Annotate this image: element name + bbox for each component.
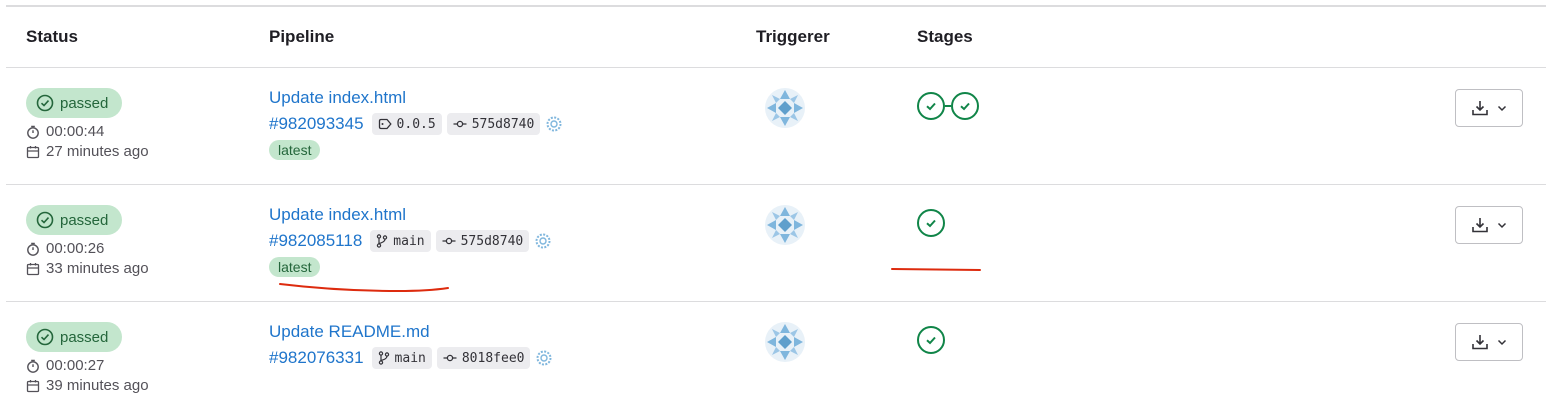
timer-icon bbox=[27, 359, 39, 373]
finished-text: 27 minutes ago bbox=[46, 143, 149, 160]
download-icon bbox=[1472, 335, 1488, 350]
commit-title-link[interactable]: Update index.html bbox=[269, 205, 406, 225]
calendar-icon bbox=[26, 262, 40, 275]
commit-chip[interactable]: 575d8740 bbox=[435, 230, 530, 252]
ref-chip[interactable]: main bbox=[371, 347, 432, 369]
pipeline-id-link[interactable]: #982076331 bbox=[269, 348, 364, 368]
header-status: Status bbox=[26, 27, 78, 46]
chevron-down-icon bbox=[1497, 339, 1507, 346]
download-artifacts-button[interactable] bbox=[1455, 206, 1523, 244]
download-artifacts-button[interactable] bbox=[1455, 89, 1523, 127]
duration: 00:00:26 bbox=[26, 240, 104, 257]
status-label: passed bbox=[60, 211, 109, 229]
commit-title-link[interactable]: Update index.html bbox=[269, 88, 406, 108]
stage-passed[interactable] bbox=[917, 209, 945, 237]
timer-icon bbox=[27, 242, 39, 256]
status-badge[interactable]: passed bbox=[26, 205, 122, 235]
header-stages: Stages bbox=[917, 27, 973, 46]
pipeline-info: #982076331 main 8018fee0 bbox=[269, 346, 553, 370]
check-icon bbox=[926, 336, 936, 345]
pipeline-info: #982085118 main 575d8740 bbox=[269, 229, 552, 253]
ref-chip[interactable]: 0.0.5 bbox=[371, 113, 442, 135]
status-success-icon bbox=[36, 94, 54, 112]
table-row: passed 00:00:44 27 minutes ago Update in… bbox=[6, 68, 1546, 185]
status-badge[interactable]: passed bbox=[26, 88, 122, 118]
calendar-icon bbox=[26, 379, 40, 392]
pipeline-id-link[interactable]: #982093345 bbox=[269, 114, 364, 134]
commit-icon bbox=[443, 354, 457, 362]
triggerer-avatar[interactable] bbox=[764, 87, 806, 129]
timer-icon bbox=[27, 125, 39, 139]
pipeline-id-link[interactable]: #982085118 bbox=[269, 231, 362, 251]
table-row: passed 00:00:27 39 minutes ago Update RE… bbox=[6, 302, 1546, 418]
annotation-underline-latest bbox=[279, 283, 449, 293]
ref-name: main bbox=[393, 233, 425, 249]
status-label: passed bbox=[60, 328, 109, 346]
pipeline-info: #982093345 0.0.5 575d8740 bbox=[269, 112, 563, 136]
ref-name: main bbox=[394, 350, 426, 366]
status-label: passed bbox=[60, 94, 109, 112]
commit-chip[interactable]: 575d8740 bbox=[446, 113, 541, 135]
chevron-down-icon bbox=[1497, 222, 1507, 229]
finished-text: 33 minutes ago bbox=[46, 260, 149, 277]
download-artifacts-button[interactable] bbox=[1455, 323, 1523, 361]
commit-sha: 575d8740 bbox=[460, 233, 524, 249]
table-header: Status Pipeline Triggerer Stages bbox=[6, 7, 1546, 68]
header-pipeline: Pipeline bbox=[269, 27, 335, 46]
duration: 00:00:44 bbox=[26, 123, 104, 140]
header-triggerer: Triggerer bbox=[756, 27, 830, 46]
finished-time: 39 minutes ago bbox=[26, 377, 149, 394]
commit-sha: 8018fee0 bbox=[461, 350, 525, 366]
stages bbox=[917, 209, 945, 237]
calendar-icon bbox=[26, 145, 40, 158]
latest-badge: latest bbox=[269, 257, 321, 277]
check-icon bbox=[960, 102, 970, 111]
table-row: passed 00:00:26 33 minutes ago Update in… bbox=[6, 185, 1546, 302]
commit-icon bbox=[442, 237, 456, 245]
duration: 00:00:27 bbox=[26, 357, 104, 374]
finished-time: 33 minutes ago bbox=[26, 260, 149, 277]
check-icon bbox=[926, 102, 936, 111]
triggerer-avatar[interactable] bbox=[764, 204, 806, 246]
chevron-down-icon bbox=[1497, 105, 1507, 112]
download-icon bbox=[1472, 101, 1488, 116]
duration-text: 00:00:27 bbox=[46, 357, 105, 374]
stage-passed[interactable] bbox=[917, 92, 945, 120]
gear-icon bbox=[535, 233, 551, 249]
status-success-icon bbox=[36, 328, 54, 346]
label-icon bbox=[378, 118, 392, 130]
branch-icon bbox=[377, 234, 388, 248]
check-icon bbox=[926, 219, 936, 228]
status-badge[interactable]: passed bbox=[26, 322, 122, 352]
ref-name: 0.0.5 bbox=[396, 116, 436, 132]
stage-passed[interactable] bbox=[917, 326, 945, 354]
finished-text: 39 minutes ago bbox=[46, 377, 149, 394]
gear-icon bbox=[536, 350, 552, 366]
status-success-icon bbox=[36, 211, 54, 229]
gear-icon bbox=[546, 116, 562, 132]
commit-chip[interactable]: 8018fee0 bbox=[436, 347, 531, 369]
finished-time: 27 minutes ago bbox=[26, 143, 149, 160]
download-icon bbox=[1472, 218, 1488, 233]
duration-text: 00:00:44 bbox=[46, 123, 105, 140]
stages bbox=[917, 326, 945, 354]
latest-badge: latest bbox=[269, 140, 321, 160]
commit-sha: 575d8740 bbox=[471, 116, 535, 132]
triggerer-avatar[interactable] bbox=[764, 321, 806, 363]
commit-title-link[interactable]: Update README.md bbox=[269, 322, 430, 342]
duration-text: 00:00:26 bbox=[46, 240, 105, 257]
stage-passed[interactable] bbox=[951, 92, 979, 120]
ref-chip[interactable]: main bbox=[370, 230, 431, 252]
branch-icon bbox=[378, 351, 389, 365]
annotation-underline-stages bbox=[891, 268, 981, 271]
commit-icon bbox=[453, 120, 467, 128]
stages bbox=[917, 92, 979, 120]
